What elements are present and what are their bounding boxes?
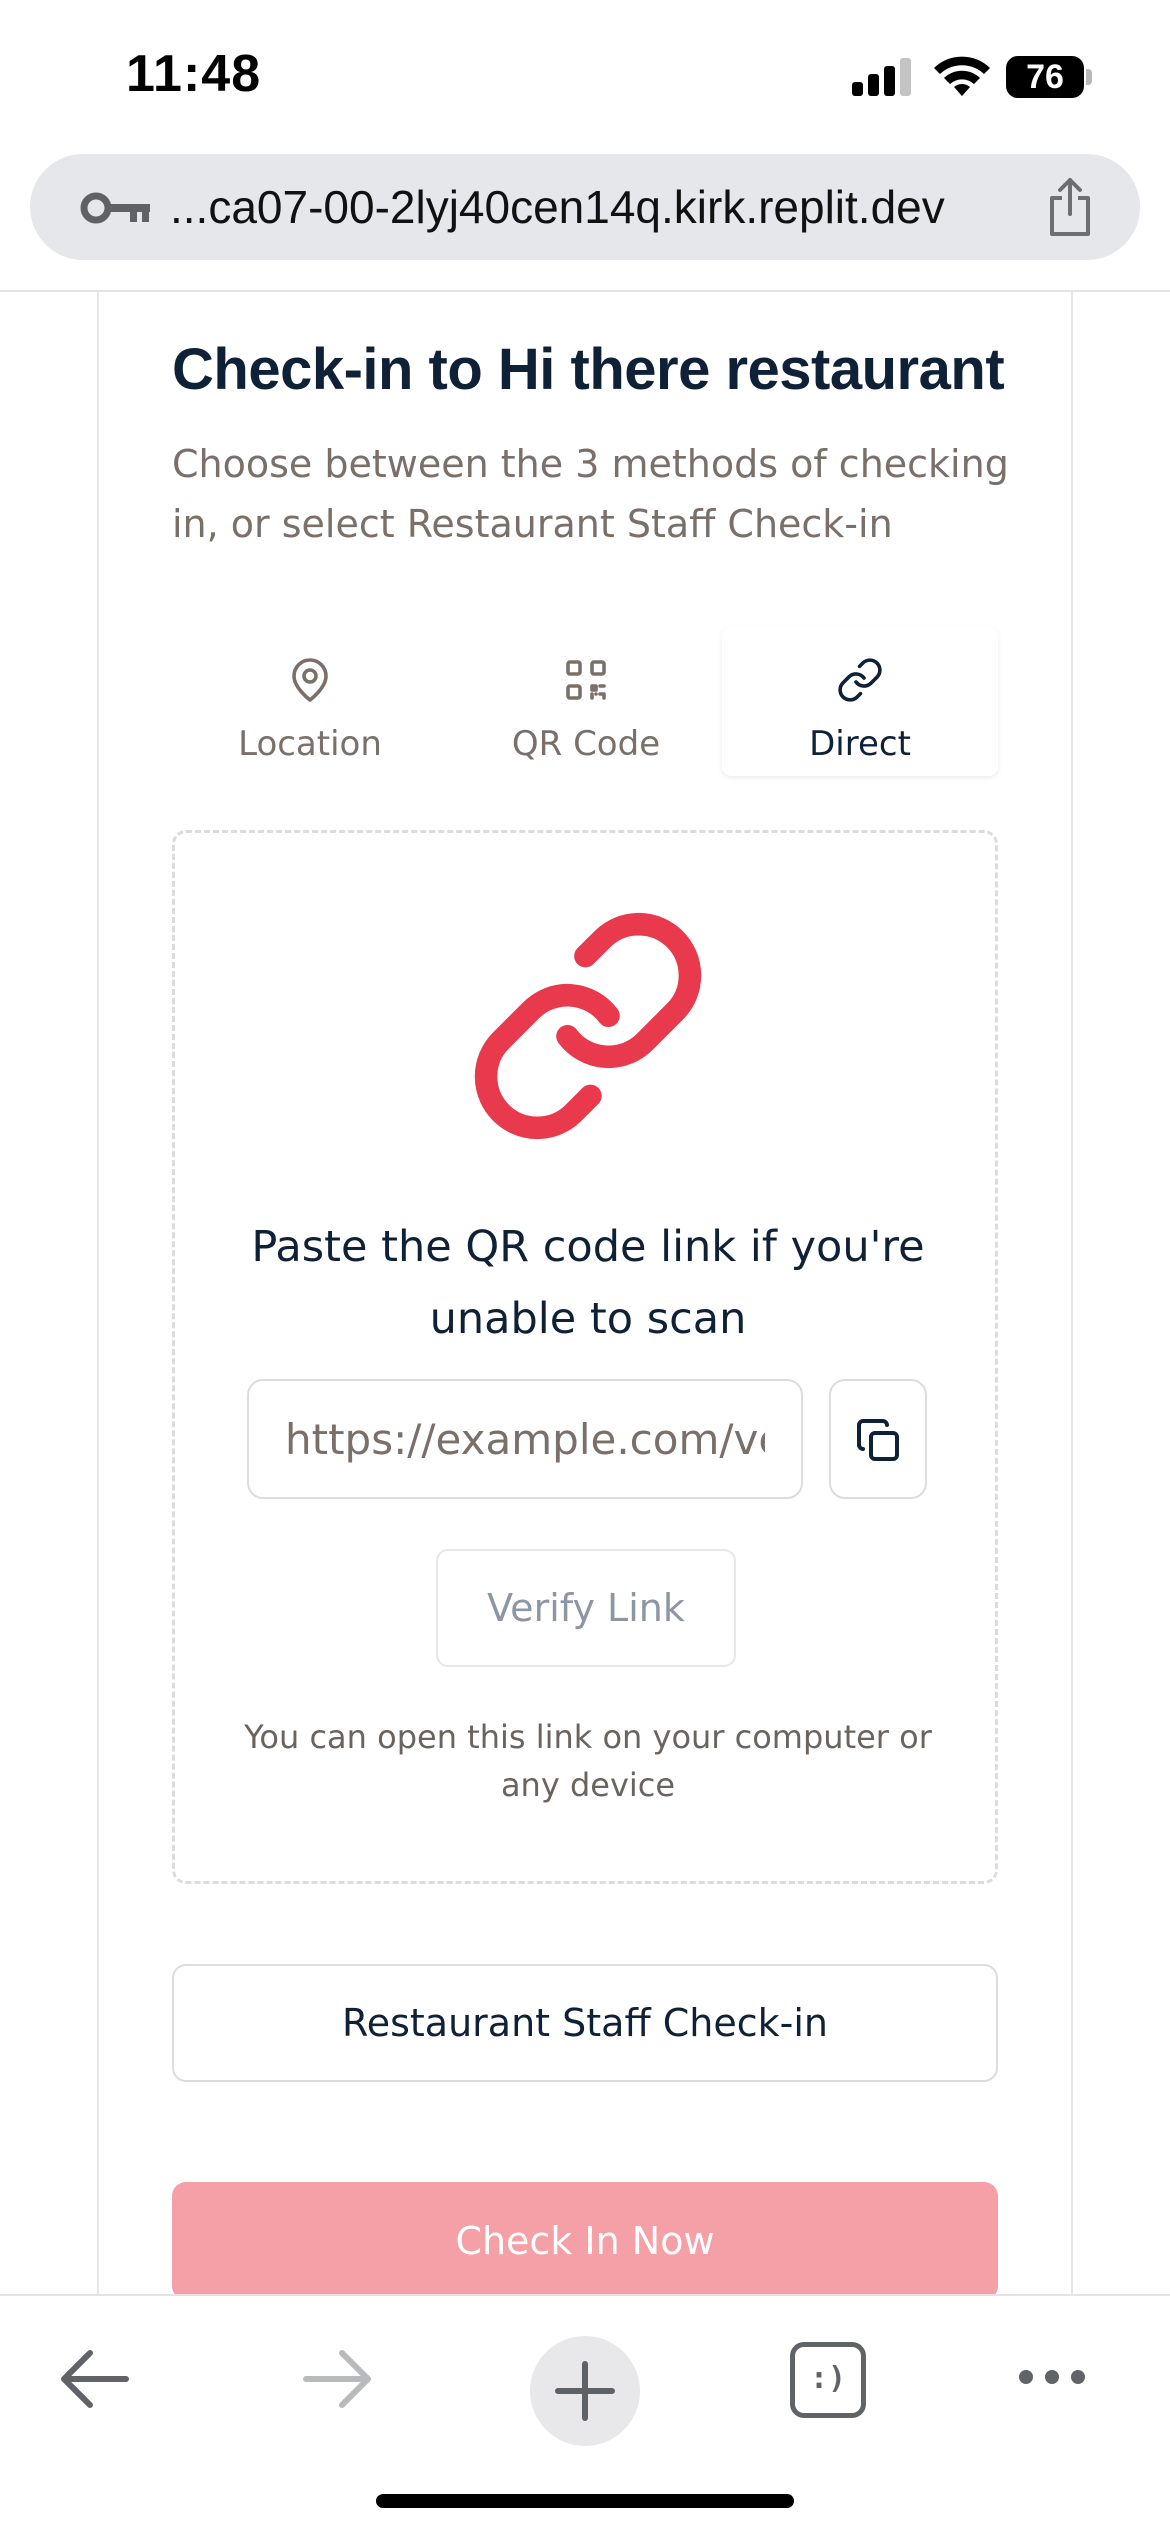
verify-link-button[interactable]: Verify Link	[436, 1549, 736, 1667]
tabs-button[interactable]: :)	[790, 2342, 866, 2418]
cellular-signal-icon	[852, 58, 911, 96]
map-pin-icon	[292, 658, 328, 702]
tab-location-label: Location	[238, 724, 382, 764]
link-icon	[838, 658, 882, 702]
check-in-now-button[interactable]: Check In Now	[172, 2182, 998, 2294]
battery-level: 76	[1006, 56, 1084, 98]
helper-text: You can open this link on your computer …	[244, 1718, 932, 1804]
browser-toolbar: :)	[0, 2294, 1170, 2532]
key-icon	[80, 192, 150, 224]
link-input[interactable]	[247, 1379, 803, 1499]
battery-tip	[1086, 69, 1092, 85]
checkin-method-tabs: Location QR Code Direct	[172, 626, 998, 776]
tab-direct-label: Direct	[809, 724, 911, 764]
tab-qr-code[interactable]: QR Code	[448, 626, 724, 776]
page-subtitle: Choose between the 3 methods of checking…	[172, 442, 1009, 546]
url-text[interactable]: ...ca07-00-2lyj40cen14q.kirk.replit.dev	[170, 178, 1060, 236]
paste-button[interactable]	[829, 1379, 927, 1499]
more-options-icon[interactable]	[1016, 2362, 1088, 2392]
plus-icon	[555, 2361, 615, 2421]
link-icon	[474, 912, 702, 1140]
qr-code-icon	[566, 660, 606, 700]
direct-heading: Paste the QR code link if you're unable …	[251, 1222, 925, 1344]
home-indicator	[376, 2494, 794, 2508]
staff-checkin-button[interactable]: Restaurant Staff Check-in	[172, 1964, 998, 2082]
address-bar[interactable]: ...ca07-00-2lyj40cen14q.kirk.replit.dev	[30, 154, 1140, 260]
back-arrow-icon[interactable]	[56, 2346, 132, 2412]
direct-link-panel: Paste the QR code link if you're unable …	[172, 830, 998, 1884]
share-icon[interactable]	[1042, 176, 1098, 238]
page-title: Check-in to Hi there restaurant	[172, 337, 1005, 402]
status-bar: 11:48 76	[0, 0, 1170, 150]
wifi-icon	[934, 56, 990, 96]
tab-qr-code-label: QR Code	[511, 724, 661, 764]
tab-direct[interactable]: Direct	[722, 626, 998, 776]
forward-arrow-icon[interactable]	[300, 2346, 376, 2412]
tabs-button-label: :)	[809, 2361, 847, 2396]
battery-icon: 76	[1006, 56, 1092, 98]
status-time: 11:48	[126, 45, 262, 103]
tab-location[interactable]: Location	[172, 626, 448, 776]
new-tab-button[interactable]	[530, 2336, 640, 2446]
copy-icon	[857, 1419, 899, 1461]
page-content: Check-in to Hi there restaurant Choose b…	[0, 292, 1170, 2294]
